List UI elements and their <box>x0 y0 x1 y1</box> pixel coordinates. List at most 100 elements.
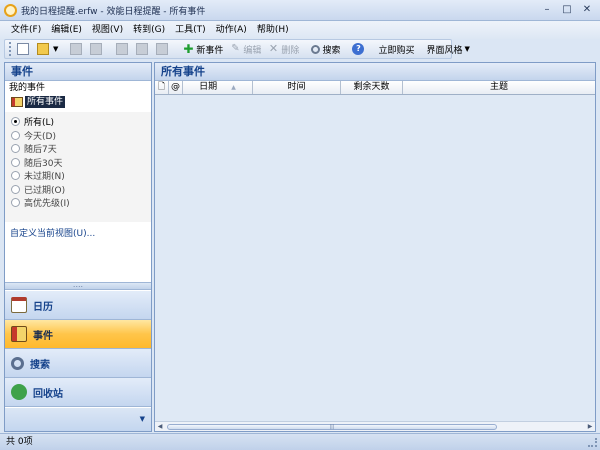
horizontal-scrollbar[interactable]: ◀ ||| ▶ <box>155 421 595 431</box>
new-event-label: 新事件 <box>196 45 224 56</box>
toolbar: ▼ ✚ 新事件 ✎ 编辑 ✕ 删除 搜索 ? 立即购买 界面风格 ▼ <box>4 39 470 59</box>
radio-button[interactable] <box>11 117 20 127</box>
column-date[interactable]: 日期 ▲ <box>183 81 253 94</box>
title-bar: 我的日程提醒.erfw - 效能日程提醒 - 所有事件 – □ ✕ <box>0 0 600 21</box>
radio-button[interactable] <box>11 130 20 140</box>
filter-next-30-days[interactable]: 随后30天 <box>11 156 151 170</box>
filter-all[interactable]: 所有(L) <box>11 115 151 129</box>
ui-style-label: 界面风格 <box>426 45 463 56</box>
column-time-label: 时间 <box>287 82 306 92</box>
open-file-button[interactable]: ▼ <box>34 40 61 58</box>
nav-calendar-label: 日历 <box>33 301 53 313</box>
menu-bar: 文件(F) 编辑(E) 视图(V) 转到(G) 工具(T) 动作(A) 帮助(H… <box>0 21 600 39</box>
nav-search-button[interactable]: 搜索 <box>5 349 151 378</box>
delete-icon: ✕ <box>268 42 279 55</box>
search-label: 搜索 <box>322 45 341 56</box>
edit-button[interactable]: ✎ 编辑 <box>226 40 264 58</box>
column-days-left[interactable]: 剩余天数 <box>341 81 403 94</box>
navigation-pane: 事件 我的事件 所有事件 所有(L) 今天(D) 随后7天 随后30天 未过期(… <box>4 62 152 432</box>
scroll-right-icon[interactable]: ▶ <box>585 423 595 430</box>
maximize-button[interactable]: □ <box>558 3 576 17</box>
scroll-left-icon[interactable]: ◀ <box>155 423 165 430</box>
paperclip-icon: @ <box>171 82 180 92</box>
filter-label: 所有(L) <box>24 118 55 129</box>
cut-button[interactable] <box>113 40 133 58</box>
help-button[interactable]: ? <box>349 40 369 58</box>
window-controls: – □ ✕ <box>538 3 596 17</box>
menu-edit[interactable]: 编辑(E) <box>46 21 87 39</box>
radio-button[interactable] <box>11 198 20 208</box>
copy-icon <box>136 43 149 55</box>
filter-group: 所有(L) 今天(D) 随后7天 随后30天 未过期(N) 已过期(O) 高优先… <box>5 112 151 222</box>
events-list-pane: 所有事件 🗋 @ 日期 ▲ 时间 剩余天数 主题 ◀ ||| ▶ <box>154 62 596 432</box>
nav-events-label: 事件 <box>33 330 53 342</box>
nav-search-label: 搜索 <box>30 359 50 371</box>
column-attachment[interactable]: @ <box>169 81 183 94</box>
filter-label: 随后7天 <box>24 145 57 156</box>
minimize-button[interactable]: – <box>538 3 556 17</box>
delete-label: 删除 <box>281 45 300 56</box>
radio-button[interactable] <box>11 171 20 181</box>
radio-button[interactable] <box>11 184 20 194</box>
filter-high-priority[interactable]: 高优先级(I) <box>11 196 151 210</box>
column-subject-label: 主题 <box>489 82 508 92</box>
filter-label: 今天(D) <box>24 131 56 142</box>
nav-events-button[interactable]: 事件 <box>5 320 151 349</box>
column-date-label: 日期 <box>199 82 218 92</box>
menu-actions[interactable]: 动作(A) <box>211 21 252 39</box>
search-button[interactable]: 搜索 <box>308 40 343 58</box>
plus-icon: ✚ <box>183 42 194 56</box>
customize-view-link[interactable]: 自定义当前视图(U)... <box>5 222 151 240</box>
radio-button[interactable] <box>11 144 20 154</box>
filter-not-expired[interactable]: 未过期(N) <box>11 169 151 183</box>
menu-tools[interactable]: 工具(T) <box>170 21 211 39</box>
column-subject[interactable]: 主题 <box>403 81 595 94</box>
scrollbar-thumb[interactable]: ||| <box>167 423 497 430</box>
paste-button[interactable] <box>153 40 173 58</box>
view-all-events[interactable]: 所有事件 <box>11 95 71 108</box>
pane-splitter[interactable]: .... <box>5 281 151 290</box>
search-icon <box>311 44 321 54</box>
status-bar: 共 0项 <box>0 433 600 450</box>
new-file-icon <box>17 43 29 55</box>
menu-view[interactable]: 视图(V) <box>87 21 128 39</box>
navigation-pane-title: 事件 <box>5 63 151 81</box>
print-preview-button[interactable] <box>87 40 107 58</box>
window-title: 我的日程提醒.erfw - 效能日程提醒 - 所有事件 <box>21 6 206 17</box>
resize-grip-icon[interactable] <box>588 438 597 447</box>
menu-help[interactable]: 帮助(H) <box>252 21 294 39</box>
buy-now-button[interactable]: 立即购买 <box>375 40 417 58</box>
ui-style-dropdown[interactable]: 界面风格 ▼ <box>423 40 472 58</box>
toolbar-grip[interactable] <box>9 42 11 56</box>
chevron-down-icon: ▼ <box>464 45 470 53</box>
nav-calendar-button[interactable]: 日历 <box>5 291 151 320</box>
filter-today[interactable]: 今天(D) <box>11 129 151 143</box>
paste-icon <box>156 43 169 55</box>
close-button[interactable]: ✕ <box>578 3 596 17</box>
open-folder-icon <box>37 43 49 55</box>
view-all-events-label: 所有事件 <box>25 95 66 108</box>
calendar-icon <box>11 297 27 313</box>
sort-ascending-icon: ▲ <box>231 84 236 91</box>
column-type[interactable]: 🗋 <box>155 81 169 94</box>
menu-file[interactable]: 文件(F) <box>6 21 46 39</box>
filter-label: 未过期(N) <box>24 172 65 183</box>
delete-button[interactable]: ✕ 删除 <box>264 40 302 58</box>
filter-next-7-days[interactable]: 随后7天 <box>11 142 151 156</box>
app-icon <box>4 3 17 17</box>
column-time[interactable]: 时间 <box>253 81 341 94</box>
menu-goto[interactable]: 转到(G) <box>128 21 170 39</box>
radio-button[interactable] <box>11 157 20 167</box>
events-list-title: 所有事件 <box>155 63 595 81</box>
events-table-header: 🗋 @ 日期 ▲ 时间 剩余天数 主题 <box>155 81 595 95</box>
new-event-button[interactable]: ✚ 新事件 <box>179 40 226 58</box>
print-button[interactable] <box>67 40 87 58</box>
nav-recycle-button[interactable]: 回收站 <box>5 378 151 407</box>
new-file-button[interactable] <box>14 40 34 58</box>
chevron-down-icon: ▼ <box>53 45 59 53</box>
copy-button[interactable] <box>133 40 153 58</box>
item-count: 共 0项 <box>6 437 33 447</box>
nav-configure-button[interactable]: ▼ <box>5 408 151 431</box>
filter-expired[interactable]: 已过期(O) <box>11 183 151 197</box>
pencil-icon: ✎ <box>231 43 240 54</box>
